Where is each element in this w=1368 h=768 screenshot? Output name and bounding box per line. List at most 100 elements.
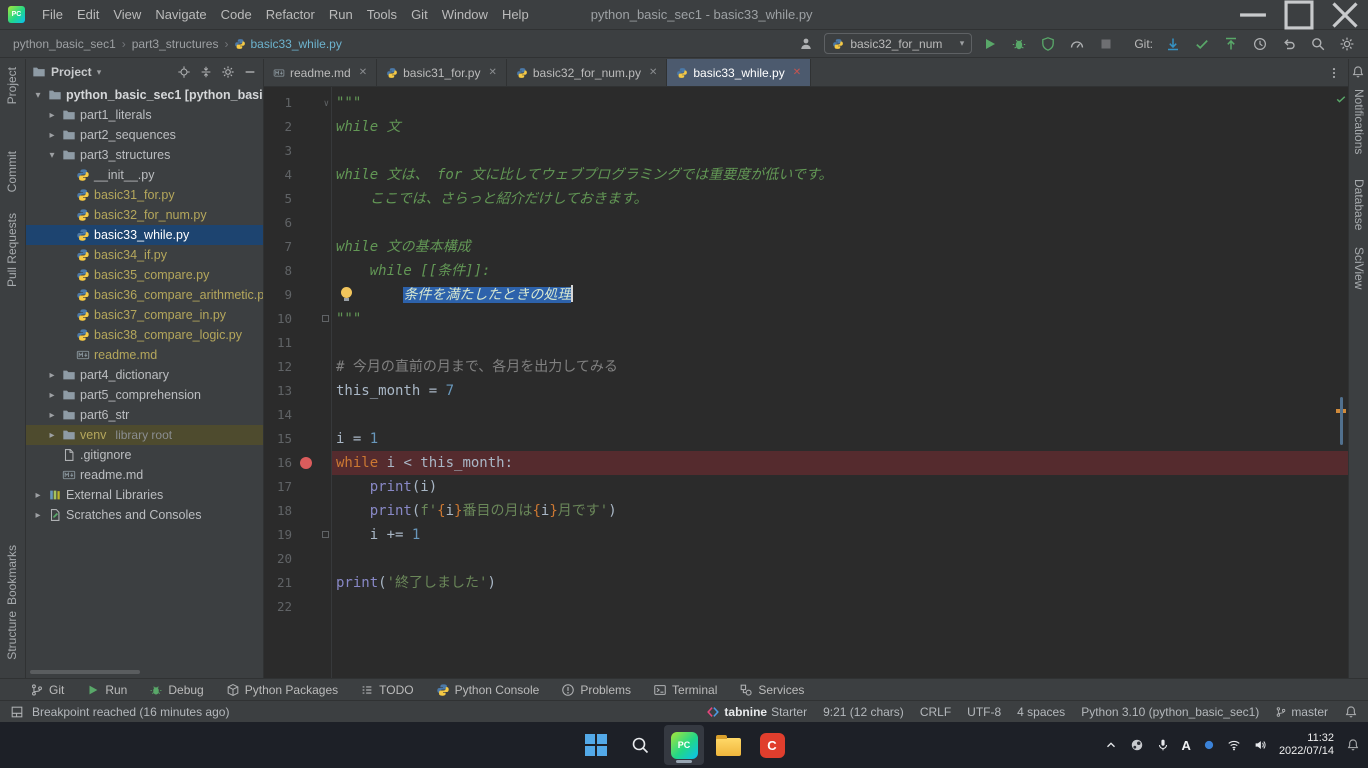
tree-item-basic34-if-py[interactable]: basic34_if.py [26, 245, 263, 265]
maximize-button[interactable] [1276, 0, 1322, 30]
tree-item-readme-md[interactable]: readme.md [26, 465, 263, 485]
status-file-encoding[interactable]: UTF-8 [967, 705, 1001, 719]
start-button[interactable] [576, 725, 616, 765]
tree-item-external-libraries[interactable]: ▸External Libraries [26, 485, 263, 505]
menu-refactor[interactable]: Refactor [259, 2, 322, 27]
tree-item-part5-comprehension[interactable]: ▸part5_comprehension [26, 385, 263, 405]
line-number[interactable]: 12 [264, 355, 292, 379]
tray-blue-app-icon[interactable] [1203, 739, 1215, 751]
code-with-me-icon[interactable] [795, 33, 817, 55]
tool-window-button-run[interactable]: Run [86, 683, 127, 697]
line-number[interactable]: 4 [264, 163, 292, 187]
code-line-12[interactable]: # 今月の直前の月まで、各月を出力してみる [332, 355, 1348, 379]
tree-item-basic31-for-py[interactable]: basic31_for.py [26, 185, 263, 205]
hide-panel-button[interactable] [243, 65, 257, 79]
hidden-tabs-button[interactable] [1320, 59, 1348, 86]
chevron-right-icon[interactable]: ▸ [46, 110, 58, 121]
wifi-icon[interactable] [1227, 738, 1241, 752]
chevron-down-icon[interactable]: ▾ [32, 90, 44, 101]
select-opened-file-button[interactable] [177, 65, 191, 79]
code-line-6[interactable] [332, 211, 1348, 235]
profiler-button[interactable] [1066, 33, 1088, 55]
code-line-22[interactable] [332, 595, 1348, 619]
tool-window-button-problems[interactable]: Problems [561, 683, 631, 697]
tool-window-button-notifications[interactable]: Notifications [1352, 89, 1366, 154]
tab-close-icon[interactable]: ✕ [359, 67, 367, 78]
chevron-down-icon[interactable]: ▾ [97, 67, 102, 78]
notifications-bell-icon[interactable] [1351, 65, 1365, 79]
tool-window-button-services[interactable]: Services [739, 683, 804, 697]
tree-item-scratches-and-consoles[interactable]: ▸Scratches and Consoles [26, 505, 263, 525]
fold-marker[interactable] [322, 531, 329, 538]
tool-window-button-terminal[interactable]: Terminal [653, 683, 717, 697]
chevron-right-icon[interactable]: ▸ [46, 430, 58, 441]
menu-edit[interactable]: Edit [70, 2, 106, 27]
tree-item-basic38-compare-logic-py[interactable]: basic38_compare_logic.py [26, 325, 263, 345]
tree-item-part2-sequences[interactable]: ▸part2_sequences [26, 125, 263, 145]
breakpoint-icon[interactable] [300, 457, 312, 469]
tool-window-button-database[interactable]: Database [1352, 179, 1366, 230]
tool-window-button-project[interactable]: Project [5, 67, 19, 104]
run-config-select[interactable]: basic32_for_num▾ [824, 33, 972, 54]
tree-item-readme-md[interactable]: readme.md [26, 345, 263, 365]
tool-window-button-structure[interactable]: Structure [5, 611, 19, 660]
tree-item--gitignore[interactable]: .gitignore [26, 445, 263, 465]
chevron-right-icon[interactable]: ▸ [32, 510, 44, 521]
tree-item-part3-structures[interactable]: ▾part3_structures [26, 145, 263, 165]
tool-window-switcher-icon[interactable] [10, 705, 24, 719]
line-number[interactable]: 13 [264, 379, 292, 403]
code-line-19[interactable]: i += 1 [332, 523, 1348, 547]
status-message[interactable]: Breakpoint reached (16 minutes ago) [32, 705, 229, 719]
chevron-right-icon[interactable]: ▸ [46, 130, 58, 141]
line-number[interactable]: 3 [264, 139, 292, 163]
inspections-ok-icon[interactable] [1335, 93, 1347, 105]
code-line-9[interactable]: 条件を満たしたときの処理 [332, 283, 1348, 307]
tab-close-icon[interactable]: ✕ [488, 67, 496, 78]
tool-window-button-python-console[interactable]: Python Console [436, 683, 540, 697]
tab-basic31-for-py[interactable]: basic31_for.py✕ [377, 59, 507, 86]
ime-indicator[interactable]: A [1182, 738, 1191, 753]
code-editor[interactable]: 1∨2345678910111213141516171819202122 """… [264, 87, 1348, 678]
tab-basic33-while-py[interactable]: basic33_while.py✕ [667, 59, 811, 86]
line-number[interactable]: 7 [264, 235, 292, 259]
chevron-down-icon[interactable]: ▾ [46, 150, 58, 161]
commit-button[interactable] [1191, 33, 1213, 55]
tree-item-basic36-compare-arithmetic-py[interactable]: basic36_compare_arithmetic.py [26, 285, 263, 305]
line-number[interactable]: 10 [264, 307, 292, 331]
code-line-20[interactable] [332, 547, 1348, 571]
menu-window[interactable]: Window [435, 2, 495, 27]
minimize-button[interactable] [1230, 0, 1276, 30]
history-button[interactable] [1249, 33, 1271, 55]
code-line-5[interactable]: ここでは、さらっと紹介だけしておきます。 [332, 187, 1348, 211]
notification-center-icon[interactable] [1346, 738, 1360, 752]
collapse-all-button[interactable] [199, 65, 213, 79]
tool-window-button-todo[interactable]: TODO [360, 683, 413, 697]
close-button[interactable] [1322, 0, 1368, 30]
tool-window-button-git[interactable]: Git [30, 683, 64, 697]
line-number[interactable]: 19 [264, 523, 292, 547]
fold-marker[interactable]: ∨ [324, 92, 329, 116]
intention-bulb-icon[interactable] [341, 287, 352, 298]
stop-button[interactable] [1095, 33, 1117, 55]
breadcrumb-item[interactable]: basic33_while.py [231, 35, 344, 53]
tab-readme-md[interactable]: readme.md✕ [264, 59, 377, 86]
line-number[interactable]: 20 [264, 547, 292, 571]
tree-item-basic37-compare-in-py[interactable]: basic37_compare_in.py [26, 305, 263, 325]
code-line-16[interactable]: while i < this_month: [332, 451, 1348, 475]
status-bell-icon[interactable] [1344, 705, 1358, 719]
tree-item--init-py[interactable]: __init__.py [26, 165, 263, 185]
hidden-icons-chevron[interactable] [1104, 738, 1118, 752]
line-number[interactable]: 16 [264, 451, 292, 475]
code-line-10[interactable]: """ [332, 307, 1348, 331]
taskbar-search-button[interactable] [620, 725, 660, 765]
app-c-button[interactable]: C [752, 725, 792, 765]
chevron-right-icon[interactable]: ▸ [46, 390, 58, 401]
tool-window-button-sciview[interactable]: SciView [1352, 247, 1366, 289]
tool-window-button-commit[interactable]: Commit [5, 151, 19, 192]
status-line-separator[interactable]: CRLF [920, 705, 951, 719]
menu-code[interactable]: Code [214, 2, 259, 27]
tree-item-part4-dictionary[interactable]: ▸part4_dictionary [26, 365, 263, 385]
menu-git[interactable]: Git [404, 2, 435, 27]
code-line-14[interactable] [332, 403, 1348, 427]
rollback-button[interactable] [1278, 33, 1300, 55]
